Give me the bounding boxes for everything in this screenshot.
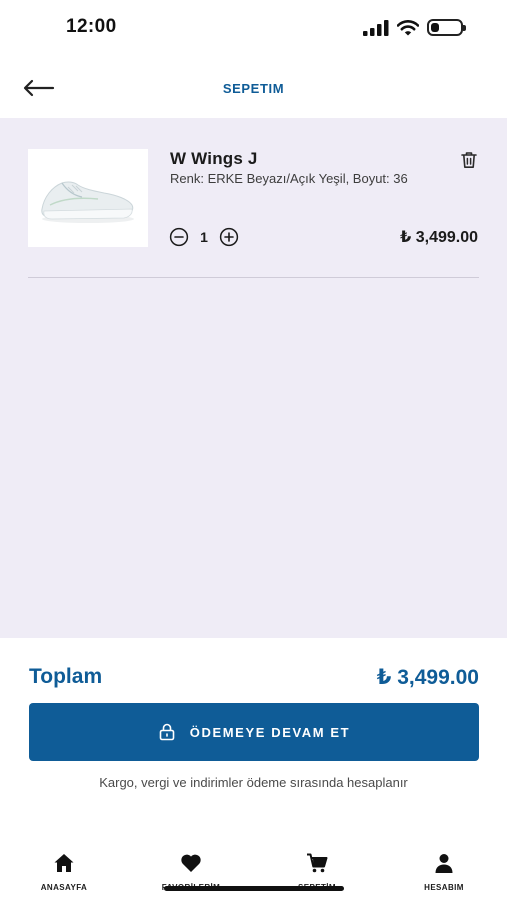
tab-home[interactable]: ANASAYFA bbox=[14, 852, 114, 892]
status-time: 12:00 bbox=[66, 16, 117, 37]
cart-icon bbox=[307, 853, 328, 873]
trash-icon bbox=[461, 152, 477, 168]
battery-icon bbox=[427, 19, 466, 36]
product-image[interactable] bbox=[28, 149, 148, 247]
item-divider bbox=[28, 277, 479, 278]
total-value: ₺ 3,499.00 bbox=[376, 666, 479, 689]
quantity-value: 1 bbox=[200, 229, 208, 245]
product-name[interactable]: W Wings J bbox=[170, 149, 258, 169]
lock-icon bbox=[159, 723, 175, 741]
cart-item: W Wings J Renk: ERKE Beyazı/Açık Yeşil, … bbox=[28, 149, 479, 247]
cart-content: W Wings J Renk: ERKE Beyazı/Açık Yeşil, … bbox=[0, 118, 507, 638]
status-icons bbox=[363, 19, 466, 36]
tab-label: ANASAYFA bbox=[40, 883, 88, 892]
home-icon bbox=[54, 854, 74, 872]
total-row: Toplam ₺ 3,499.00 bbox=[29, 665, 479, 693]
nav-header: SEPETIM bbox=[0, 58, 507, 118]
quantity-stepper: 1 bbox=[169, 226, 239, 248]
plus-circle-icon[interactable] bbox=[219, 227, 239, 247]
delete-item-button[interactable] bbox=[459, 150, 479, 170]
checkout-button[interactable]: ÖDEMEYE DEVAM ET bbox=[29, 703, 479, 761]
battery-level bbox=[431, 23, 440, 32]
tab-account[interactable]: HESABIM bbox=[394, 852, 494, 892]
tab-bar: ANASAYFA FAVORİLERİM SEPETİM HESABIM bbox=[0, 846, 507, 900]
heart-icon bbox=[181, 854, 201, 872]
sneaker-image bbox=[28, 149, 148, 247]
tab-label: HESABIM bbox=[424, 883, 464, 892]
product-price: ₺ 3,499.00 bbox=[400, 229, 478, 246]
minus-circle-icon[interactable] bbox=[169, 227, 189, 247]
product-variant: Renk: ERKE Beyazı/Açık Yeşil, Boyut: 36 bbox=[170, 171, 408, 186]
cellular-signal-icon bbox=[363, 19, 389, 36]
home-indicator bbox=[164, 886, 344, 891]
total-label: Toplam bbox=[29, 665, 103, 688]
wifi-icon bbox=[397, 19, 419, 35]
page-title: SEPETIM bbox=[222, 81, 285, 96]
checkout-note: Kargo, vergi ve indirimler ödeme sırasın… bbox=[99, 775, 408, 790]
checkout-label: ÖDEMEYE DEVAM ET bbox=[189, 724, 351, 740]
status-bar: 12:00 bbox=[0, 0, 507, 58]
user-icon bbox=[435, 854, 453, 873]
